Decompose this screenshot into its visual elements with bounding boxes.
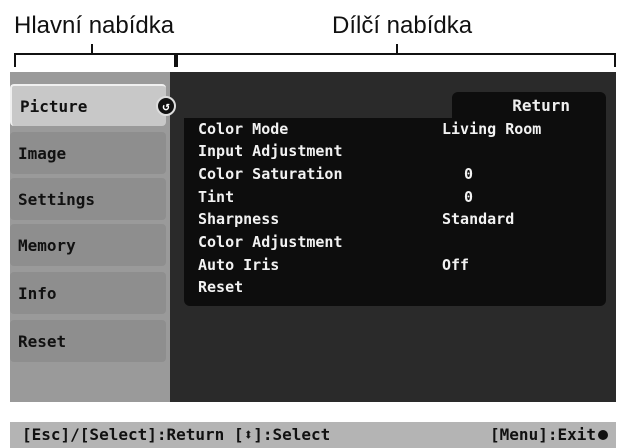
dot-icon: [598, 430, 608, 440]
submenu-row-value: Living Room: [442, 120, 542, 138]
submenu-caption: Dílčí nabídka: [332, 12, 473, 39]
status-hint-left: [Esc]/[Select]:Return [⬍]:Select: [22, 425, 331, 444]
menu-item-memory[interactable]: Memory: [10, 224, 166, 266]
menu-item-label: Image: [18, 143, 67, 163]
return-arrow-icon: ↺: [156, 96, 176, 116]
main-menu-caption: Hlavní nabídka: [14, 12, 175, 39]
submenu-row-value: Off: [442, 256, 470, 274]
menu-item-label: Settings: [18, 189, 96, 209]
submenu-row-color-adjustment[interactable]: Color Adjustment: [198, 231, 598, 253]
menu-item-label: Reset: [18, 331, 67, 351]
status-bar: [Esc]/[Select]:Return [⬍]:Select [Menu]:…: [10, 422, 616, 448]
menu-item-label: Info: [18, 283, 57, 303]
submenu-row-label: Color Mode: [198, 120, 289, 138]
menu-item-label: Memory: [18, 235, 76, 255]
main-menu-bracket: [14, 53, 176, 67]
submenu-bracket: [176, 53, 616, 67]
submenu-row-sharpness[interactable]: Sharpness Standard: [198, 208, 598, 230]
projector-menu-screen: Picture ↺ Image Settings Memory Info Res…: [10, 72, 616, 402]
submenu-row-color-mode[interactable]: Color Mode Living Room: [198, 118, 598, 140]
submenu-row-color-saturation[interactable]: Color Saturation 0: [198, 163, 598, 185]
submenu-row-value: 0: [464, 188, 474, 206]
submenu-row-label: Tint: [198, 188, 235, 206]
submenu-row-label: Color Saturation: [198, 165, 343, 183]
menu-item-settings[interactable]: Settings: [10, 178, 166, 220]
submenu-row-tint[interactable]: Tint 0: [198, 186, 598, 208]
menu-item-image[interactable]: Image: [10, 132, 166, 174]
submenu-row-value: 0: [464, 165, 474, 183]
submenu-row-label: Auto Iris: [198, 256, 280, 274]
submenu-row-label: Color Adjustment: [198, 233, 343, 251]
submenu-row-label: Input Adjustment: [198, 142, 343, 160]
submenu-row-label: Reset: [198, 278, 244, 296]
return-button[interactable]: Return: [452, 92, 606, 118]
main-menu-bracket-tick: [91, 44, 93, 53]
exit-hint: [Menu]:Exit: [490, 425, 596, 444]
submenu-panel: Color Mode Living Room Input Adjustment …: [184, 118, 606, 306]
submenu-bracket-tick: [396, 44, 398, 53]
submenu-row-value: Standard: [442, 210, 515, 228]
menu-item-label: Picture: [20, 96, 88, 116]
menu-item-reset[interactable]: Reset: [10, 320, 166, 362]
submenu-row-input-adjustment[interactable]: Input Adjustment: [198, 140, 598, 162]
submenu-row-label: Sharpness: [198, 210, 280, 228]
menu-item-info[interactable]: Info: [10, 272, 166, 314]
submenu-row-reset[interactable]: Reset: [198, 276, 598, 298]
menu-item-picture[interactable]: Picture ↺: [10, 84, 176, 126]
submenu-row-auto-iris[interactable]: Auto Iris Off: [198, 254, 598, 276]
status-hint-right: [Menu]:Exit: [490, 422, 608, 448]
